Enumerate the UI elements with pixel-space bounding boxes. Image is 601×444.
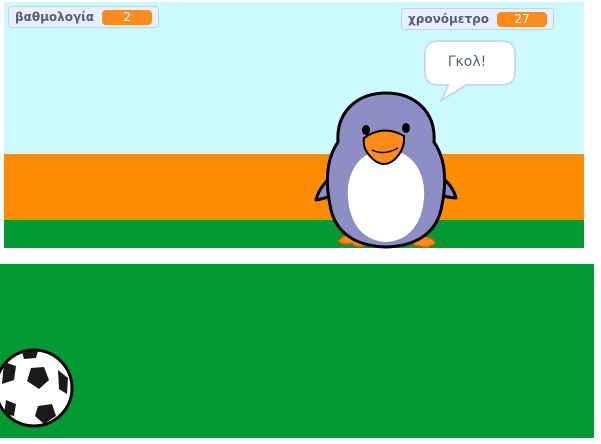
soccer-ball-sprite[interactable] bbox=[0, 0, 601, 444]
stage: βαθμολογία 2 χρονόμετρο 27 Γκολ! bbox=[0, 0, 601, 444]
